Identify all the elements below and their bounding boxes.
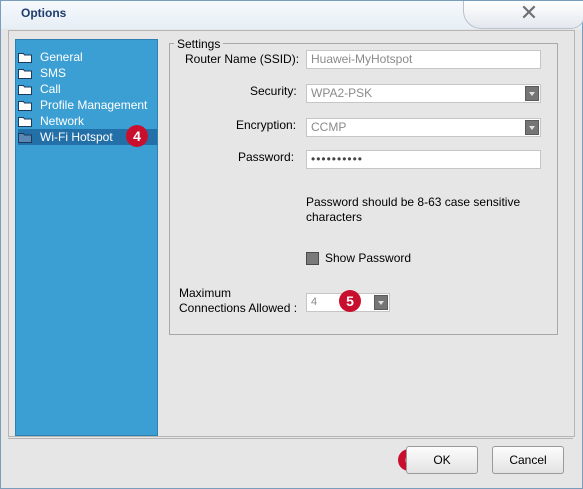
settings-group-title: Settings — [174, 37, 224, 51]
title-bar: Options ✕ — [1, 1, 583, 29]
dialog-body: General SMS Call Profile Management Netw… — [8, 30, 575, 437]
folder-icon — [18, 133, 32, 143]
close-button[interactable]: ✕ — [514, 1, 544, 27]
sidebar-item-sms[interactable]: SMS — [18, 65, 157, 81]
encryption-value: CCMP — [311, 120, 347, 134]
security-select[interactable]: WPA2-PSK — [306, 84, 541, 103]
options-sidebar: General SMS Call Profile Management Netw… — [15, 39, 158, 436]
close-tab: ✕ — [463, 1, 583, 29]
sidebar-item-label: General — [40, 50, 83, 64]
password-label: Password: — [238, 150, 295, 164]
show-password-label: Show Password — [325, 251, 412, 265]
folder-icon — [18, 85, 32, 95]
ssid-input[interactable]: Huawei-MyHotspot — [306, 50, 541, 69]
sidebar-item-label: Call — [40, 82, 61, 96]
divider — [8, 438, 573, 439]
ok-button[interactable]: OK — [406, 446, 478, 474]
callout-badge: 4 — [126, 125, 148, 147]
sidebar-item-label: Network — [40, 114, 85, 128]
security-label: Security: — [250, 84, 297, 98]
folder-icon — [18, 101, 32, 111]
callout-badge: 5 — [339, 290, 361, 312]
sidebar-item-general[interactable]: General — [18, 49, 157, 65]
folder-icon — [18, 117, 32, 127]
sidebar-item-call[interactable]: Call — [18, 81, 157, 97]
sidebar-item-profile-management[interactable]: Profile Management — [18, 97, 157, 113]
ssid-label: Router Name (SSID): — [185, 52, 300, 66]
chevron-down-icon[interactable] — [525, 86, 539, 101]
sidebar-item-label: SMS — [40, 66, 67, 80]
close-icon: ✕ — [519, 0, 539, 25]
sidebar-item-label: Profile Management — [40, 98, 148, 112]
folder-icon — [18, 53, 32, 63]
security-value: WPA2-PSK — [311, 86, 373, 100]
sidebar-item-label: Wi-Fi Hotspot — [40, 130, 113, 144]
folder-icon — [18, 69, 32, 79]
password-input[interactable]: •••••••••• — [306, 150, 541, 169]
encryption-label: Encryption: — [236, 118, 297, 132]
cancel-button[interactable]: Cancel — [492, 446, 564, 474]
max-connections-label-line1: Maximum — [179, 286, 232, 300]
dialog-title: Options — [21, 6, 67, 20]
password-hint: Password should be 8-63 case sensitive c… — [306, 195, 521, 224]
chevron-down-icon[interactable] — [525, 120, 539, 135]
chevron-down-icon[interactable] — [374, 295, 388, 310]
max-connections-value: 4 — [311, 296, 318, 308]
show-password-checkbox[interactable] — [306, 252, 319, 265]
encryption-select[interactable]: CCMP — [306, 118, 541, 137]
max-connections-label-line2: Connections Allowed : — [179, 301, 298, 315]
